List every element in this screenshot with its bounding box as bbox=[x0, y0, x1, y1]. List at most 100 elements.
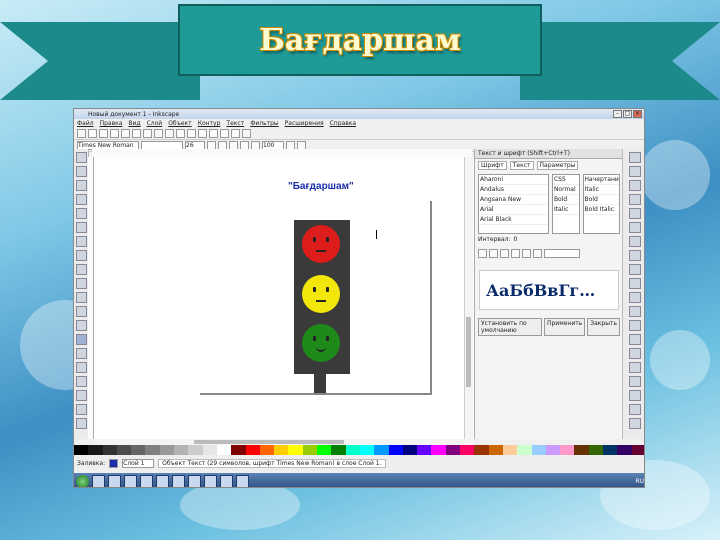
close-button[interactable]: × bbox=[633, 110, 642, 118]
snap-icon[interactable] bbox=[629, 334, 641, 345]
zoom-in-icon[interactable] bbox=[187, 129, 196, 138]
fill-stroke-icon[interactable] bbox=[231, 129, 240, 138]
align-left-icon[interactable] bbox=[478, 249, 487, 258]
new-doc-icon[interactable] bbox=[77, 129, 86, 138]
menu-path[interactable]: Контур bbox=[198, 120, 221, 127]
maximize-button[interactable]: □ bbox=[623, 110, 632, 118]
snap-icon[interactable] bbox=[629, 418, 641, 429]
snap-icon[interactable] bbox=[629, 152, 641, 163]
palette-swatch[interactable] bbox=[531, 445, 546, 455]
preview-font-select[interactable] bbox=[544, 249, 580, 258]
list-item[interactable]: Bold bbox=[552, 195, 579, 205]
palette-swatch[interactable] bbox=[602, 445, 618, 455]
node-tool-icon[interactable] bbox=[76, 166, 87, 177]
snap-icon[interactable] bbox=[629, 180, 641, 191]
palette-swatch[interactable] bbox=[74, 445, 89, 455]
menu-extensions[interactable]: Расширения bbox=[285, 120, 324, 127]
palette-swatch[interactable] bbox=[488, 445, 503, 455]
palette-swatch[interactable] bbox=[545, 445, 561, 455]
list-item[interactable]: Normal bbox=[552, 185, 579, 195]
list-item[interactable]: Angsana New bbox=[479, 195, 548, 205]
taskbar-app-icon[interactable] bbox=[140, 474, 153, 487]
snap-icon[interactable] bbox=[629, 236, 641, 247]
fill-swatch[interactable] bbox=[109, 458, 119, 468]
taskbar-app-icon[interactable] bbox=[172, 474, 185, 487]
red-light[interactable] bbox=[302, 225, 340, 263]
green-light[interactable] bbox=[302, 324, 340, 362]
scroll-thumb[interactable] bbox=[466, 317, 471, 387]
traffic-light-pole[interactable] bbox=[314, 374, 326, 393]
palette-swatch[interactable] bbox=[460, 445, 475, 455]
palette-swatch[interactable] bbox=[345, 445, 360, 455]
tab-font[interactable]: Шрифт bbox=[478, 161, 507, 170]
snap-icon[interactable] bbox=[629, 208, 641, 219]
palette-swatch[interactable] bbox=[388, 445, 403, 455]
palette-swatch[interactable] bbox=[502, 445, 518, 455]
calligraphy-tool-icon[interactable] bbox=[76, 320, 87, 331]
palette-swatch[interactable] bbox=[245, 445, 260, 455]
pen-tool-icon[interactable] bbox=[76, 306, 87, 317]
open-icon[interactable] bbox=[88, 129, 97, 138]
palette-swatch[interactable] bbox=[88, 445, 103, 455]
palette-swatch[interactable] bbox=[174, 445, 189, 455]
palette-swatch[interactable] bbox=[116, 445, 132, 455]
palette-swatch[interactable] bbox=[631, 445, 644, 455]
list-item[interactable]: Arial bbox=[479, 205, 548, 215]
snap-icon[interactable] bbox=[629, 376, 641, 387]
palette-swatch[interactable] bbox=[431, 445, 446, 455]
text-tool-dialog-icon[interactable] bbox=[242, 129, 251, 138]
palette-swatch[interactable] bbox=[445, 445, 461, 455]
palette-swatch[interactable] bbox=[417, 445, 432, 455]
set-default-button[interactable]: Установить по умолчанию bbox=[478, 318, 542, 336]
redo-icon[interactable] bbox=[154, 129, 163, 138]
palette-swatch[interactable] bbox=[145, 445, 160, 455]
snap-icon[interactable] bbox=[629, 278, 641, 289]
menu-file[interactable]: Файл bbox=[77, 120, 94, 127]
rect-tool-icon[interactable] bbox=[76, 222, 87, 233]
3d-box-tool-icon[interactable] bbox=[76, 236, 87, 247]
tab-text[interactable]: Текст bbox=[509, 161, 534, 170]
snap-icon[interactable] bbox=[629, 362, 641, 373]
font-face-list[interactable]: Начертание Italic Bold Bold Italic bbox=[582, 174, 620, 234]
bucket-tool-icon[interactable] bbox=[76, 376, 87, 387]
palette-swatch[interactable] bbox=[374, 445, 389, 455]
snap-icon[interactable] bbox=[629, 348, 641, 359]
tab-parameters[interactable]: Параметры bbox=[536, 161, 579, 170]
vertical-text-icon[interactable] bbox=[533, 249, 542, 258]
horizontal-text-icon[interactable] bbox=[522, 249, 531, 258]
drawing-canvas[interactable]: "Бағдаршам" bbox=[94, 157, 474, 439]
import-icon[interactable] bbox=[121, 129, 130, 138]
paste-icon[interactable] bbox=[176, 129, 185, 138]
font-style-list[interactable]: CSS Normal Bold Italic bbox=[551, 174, 580, 234]
palette-swatch[interactable] bbox=[474, 445, 489, 455]
apply-button[interactable]: Применить bbox=[543, 318, 586, 336]
tray-language[interactable]: RU bbox=[635, 478, 644, 485]
palette-swatch[interactable] bbox=[359, 445, 375, 455]
save-icon[interactable] bbox=[99, 129, 108, 138]
connector-tool-icon[interactable] bbox=[76, 418, 87, 429]
traffic-light-body[interactable] bbox=[294, 220, 350, 374]
taskbar-app-icon[interactable] bbox=[236, 474, 249, 487]
menu-object[interactable]: Объект bbox=[168, 120, 191, 127]
palette-swatch[interactable] bbox=[331, 445, 346, 455]
minimize-button[interactable]: – bbox=[613, 110, 622, 118]
close-dialog-button[interactable]: Закрыть bbox=[587, 318, 620, 336]
palette-swatch[interactable] bbox=[560, 445, 575, 455]
gradient-tool-icon[interactable] bbox=[76, 390, 87, 401]
palette-swatch[interactable] bbox=[302, 445, 318, 455]
spiral-tool-icon[interactable] bbox=[76, 278, 87, 289]
start-button[interactable] bbox=[76, 474, 89, 487]
measure-tool-icon[interactable] bbox=[76, 208, 87, 219]
palette-swatch[interactable] bbox=[231, 445, 246, 455]
scroll-thumb[interactable] bbox=[194, 440, 344, 444]
palette-swatch[interactable] bbox=[102, 445, 117, 455]
palette-swatch[interactable] bbox=[617, 445, 632, 455]
palette-swatch[interactable] bbox=[188, 445, 203, 455]
layer-select[interactable]: Слой 1 bbox=[122, 458, 155, 468]
menu-edit[interactable]: Правка bbox=[100, 120, 123, 127]
snap-icon[interactable] bbox=[629, 222, 641, 233]
select-tool-icon[interactable] bbox=[76, 152, 87, 163]
vertical-scrollbar[interactable] bbox=[464, 157, 473, 439]
snap-icon[interactable] bbox=[629, 320, 641, 331]
ellipse-tool-icon[interactable] bbox=[76, 250, 87, 261]
